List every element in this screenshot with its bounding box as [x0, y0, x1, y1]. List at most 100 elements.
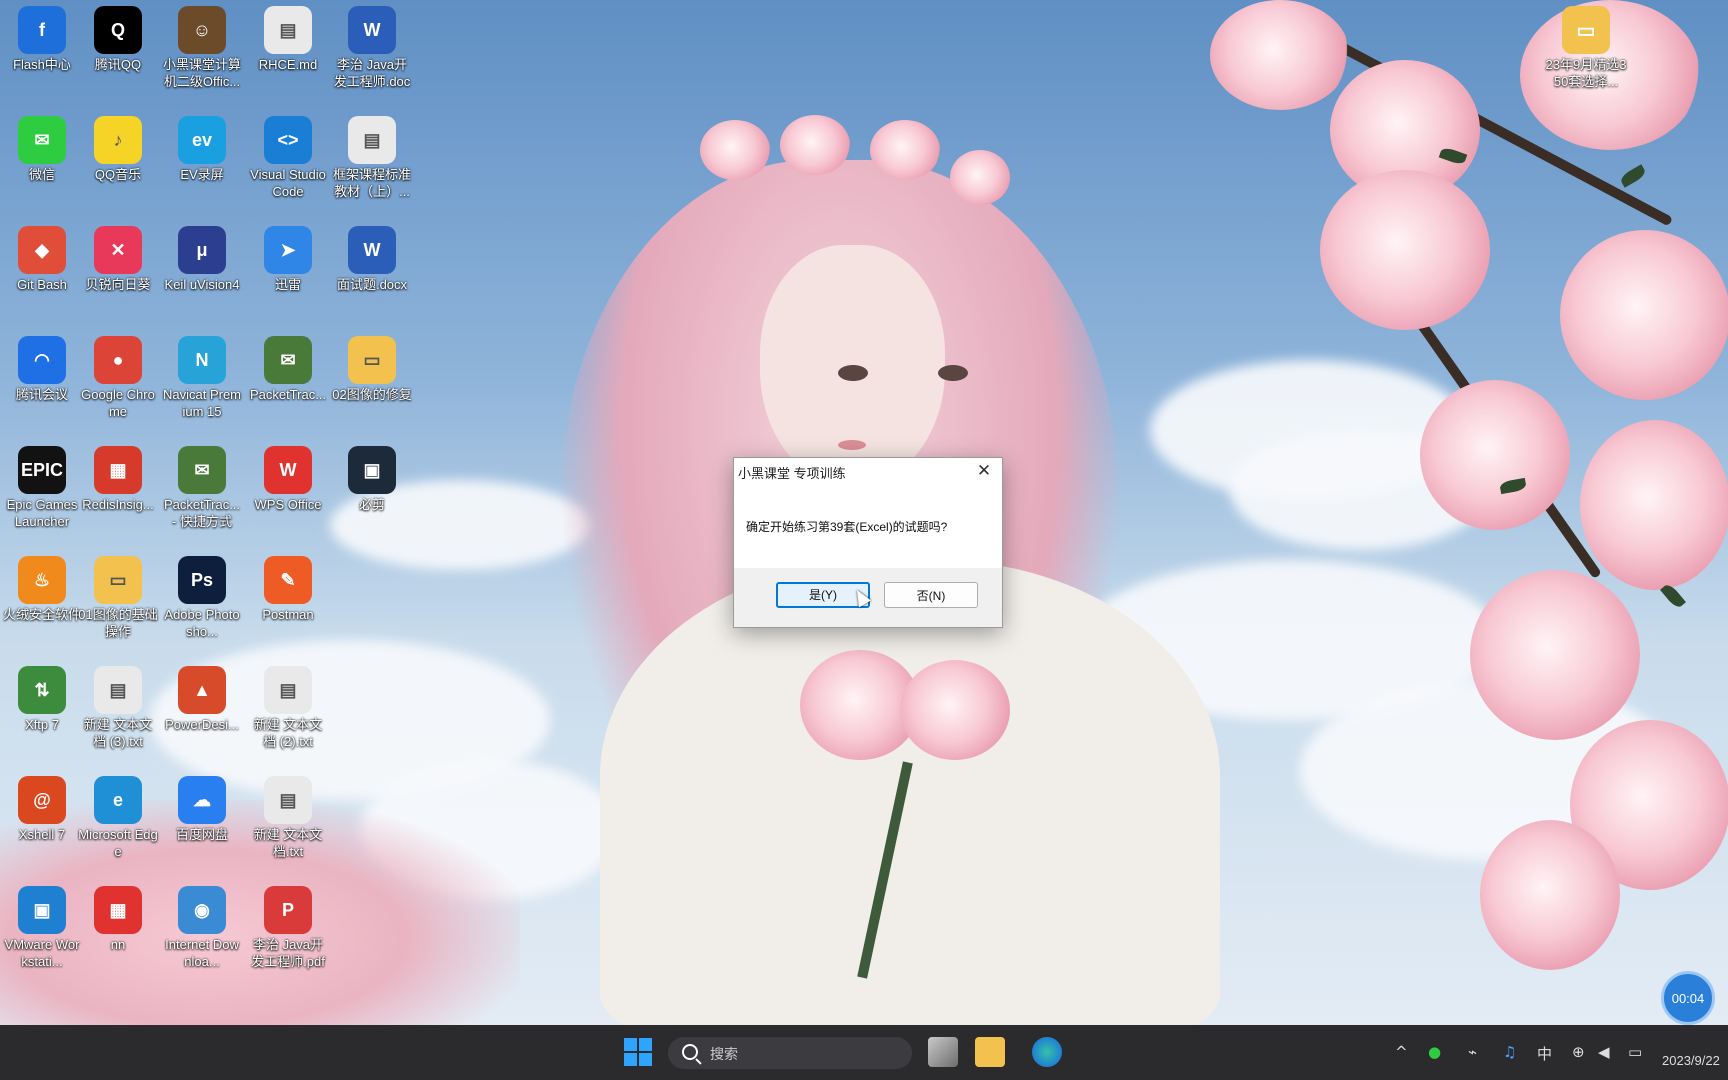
desktop-icon[interactable]: ● Google Chrome	[76, 330, 160, 420]
desktop-icon[interactable]: @ Xshell 7	[0, 770, 84, 843]
app-icon: μ	[178, 226, 226, 274]
desktop-icon[interactable]: ▭ 02图像的修复	[330, 330, 414, 403]
app-icon: ●	[94, 336, 142, 384]
app-icon: P	[264, 886, 312, 934]
desktop-icon[interactable]: ✉ PacketTrac...	[246, 330, 330, 403]
desktop-icon[interactable]: ◉ Internet Downloa...	[160, 880, 244, 970]
taskbar-clock[interactable]: 2023/9/22	[1662, 1053, 1720, 1068]
desktop-icon[interactable]: ⇅ Xftp 7	[0, 660, 84, 733]
desktop-icon[interactable]: N Navicat Premium 15	[160, 330, 244, 420]
ime-indicator[interactable]: 中	[1537, 1043, 1552, 1064]
desktop-icon-label: 02图像的修复	[332, 387, 412, 402]
app-icon: ▤	[94, 666, 142, 714]
desktop-icon-label: Keil uVision4	[164, 277, 240, 292]
desktop-icon[interactable]: ➤ 迅雷	[246, 220, 330, 293]
desktop-icon[interactable]: ▤ 新建 文本文档.txt	[246, 770, 330, 860]
desktop-icon-label: Adobe Photosho...	[164, 607, 240, 639]
app-icon: ◠	[18, 336, 66, 384]
desktop-icon[interactable]: EPIC Epic Games Launcher	[0, 440, 84, 530]
windows-start-icon[interactable]	[624, 1038, 652, 1066]
desktop-icon[interactable]: ♨ 火绒安全软件	[0, 550, 84, 623]
app-icon: ▤	[264, 666, 312, 714]
desktop-icon[interactable]: ▭ 01图像的基础操作	[76, 550, 160, 640]
desktop-icon[interactable]: ✎ Postman	[246, 550, 330, 623]
desktop-icon[interactable]: ✉ 微信	[0, 110, 84, 183]
edge-icon[interactable]	[1032, 1037, 1062, 1067]
app-icon: f	[18, 6, 66, 54]
app-icon: ▲	[178, 666, 226, 714]
close-icon[interactable]: ✕	[974, 461, 994, 481]
show-hidden-icons-chevron-icon[interactable]: ^	[1395, 1043, 1408, 1061]
desktop-icon[interactable]: ▣ VMware Workstati...	[0, 880, 84, 970]
desktop-icon-label: 23年9月精选350套选择...	[1545, 57, 1627, 89]
microphone-icon[interactable]: ♫	[1503, 1043, 1516, 1061]
desktop-icon[interactable]: W 面试题.docx	[330, 220, 414, 293]
app-icon: ➤	[264, 226, 312, 274]
desktop-icon[interactable]: ▣ 必剪	[330, 440, 414, 513]
desktop-icon-top-right-folder[interactable]: ▭ 23年9月精选350套选择...	[1541, 0, 1631, 90]
desktop-icon[interactable]: ▲ PowerDesi...	[160, 660, 244, 733]
app-icon: ✉	[264, 336, 312, 384]
recording-timer-badge[interactable]: 00:04	[1661, 971, 1715, 1025]
app-icon: W	[348, 6, 396, 54]
dialog-message: 确定开始练习第39套(Excel)的试题吗?	[746, 520, 948, 534]
task-view-icon[interactable]	[928, 1037, 958, 1067]
desktop-icon[interactable]: ▦ RedisInsig...	[76, 440, 160, 513]
desktop-icon[interactable]: ✉ PacketTrac... - 快捷方式	[160, 440, 244, 530]
desktop-icon[interactable]: f Flash中心	[0, 0, 84, 73]
app-icon: e	[94, 776, 142, 824]
app-icon: Ps	[178, 556, 226, 604]
desktop-icon[interactable]: Q 腾讯QQ	[76, 0, 160, 73]
desktop-icon[interactable]: ☁ 百度网盘	[160, 770, 244, 843]
taskbar-search-input[interactable]: 搜索	[668, 1037, 912, 1069]
app-icon: ◉	[178, 886, 226, 934]
desktop-icon[interactable]: ▤ 新建 文本文档 (3).txt	[76, 660, 160, 750]
desktop-icon[interactable]: ✕ 贝锐向日葵	[76, 220, 160, 293]
search-icon	[682, 1044, 698, 1060]
desktop-icon-label: Visual Studio Code	[250, 167, 326, 199]
desktop-icon[interactable]: ▤ 框架课程标准教材（上）...	[330, 110, 414, 200]
desktop-icon-label: PacketTrac... - 快捷方式	[163, 497, 241, 529]
desktop-icon-label: QQ音乐	[94, 167, 142, 182]
desktop-icon[interactable]: ◆ Git Bash	[0, 220, 84, 293]
desktop-icon[interactable]: ▦ nn	[76, 880, 160, 953]
wechat-tray-icon[interactable]: ●	[1428, 1043, 1441, 1061]
app-icon: @	[18, 776, 66, 824]
desktop-icon[interactable]: W WPS Office	[246, 440, 330, 513]
volume-icon[interactable]: ◀	[1598, 1043, 1610, 1061]
dialog-title: 小黑课堂 专项训练	[738, 466, 846, 481]
search-placeholder: 搜索	[710, 1046, 738, 1062]
desktop-icon-label: 小黑课堂计算机二级Offic...	[162, 57, 241, 89]
no-button[interactable]: 否(N)	[884, 582, 978, 608]
desktop-icon[interactable]: μ Keil uVision4	[160, 220, 244, 293]
desktop-icon-label: Google Chrome	[81, 387, 155, 419]
desktop-icon[interactable]: ▤ 新建 文本文档 (2).txt	[246, 660, 330, 750]
desktop-icon[interactable]: W 李治 Java开发工程师.doc	[330, 0, 414, 90]
app-icon: ▤	[264, 6, 312, 54]
app-icon: ▤	[348, 116, 396, 164]
desktop-icon[interactable]: ev EV录屏	[160, 110, 244, 183]
desktop-icon[interactable]: ☺ 小黑课堂计算机二级Offic...	[160, 0, 244, 90]
usb-tray-icon[interactable]: ⌁	[1468, 1043, 1477, 1061]
desktop-icon-label: 贝锐向日葵	[85, 277, 151, 292]
app-icon: Q	[94, 6, 142, 54]
desktop-icon[interactable]: ◠ 腾讯会议	[0, 330, 84, 403]
desktop-icon[interactable]: ♪ QQ音乐	[76, 110, 160, 183]
desktop-icon[interactable]: P 李治 Java开发工程师.pdf	[246, 880, 330, 970]
desktop-icon-label: 01图像的基础操作	[78, 607, 158, 639]
file-explorer-icon[interactable]	[975, 1037, 1005, 1067]
desktop-icon[interactable]: Ps Adobe Photosho...	[160, 550, 244, 640]
desktop-icon-label: 新建 文本文档 (3).txt	[83, 717, 153, 749]
desktop-icon-label: RedisInsig...	[82, 497, 154, 512]
app-icon: ✎	[264, 556, 312, 604]
desktop-icon[interactable]: e Microsoft Edge	[76, 770, 160, 860]
battery-icon[interactable]: ▭	[1628, 1043, 1642, 1061]
app-icon: ⇅	[18, 666, 66, 714]
app-icon: N	[178, 336, 226, 384]
desktop-icon-label: Epic Games Launcher	[6, 497, 78, 529]
desktop-icon-label: PowerDesi...	[165, 717, 239, 732]
network-icon[interactable]: ⊕	[1572, 1043, 1585, 1061]
desktop-icon[interactable]: ▤ RHCE.md	[246, 0, 330, 73]
desktop-icon-label: 腾讯会议	[15, 387, 68, 402]
desktop-icon[interactable]: <> Visual Studio Code	[246, 110, 330, 200]
